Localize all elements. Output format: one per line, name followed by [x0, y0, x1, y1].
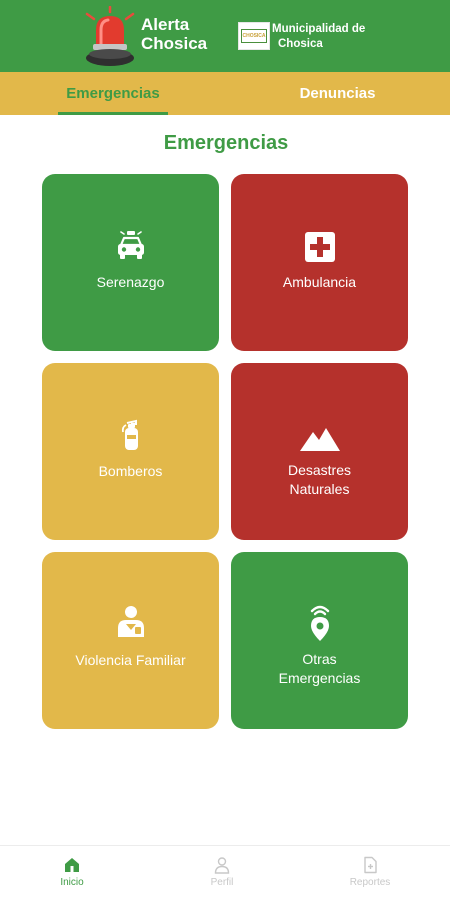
app-header: Alerta Chosica CHOSICA Municipalidad de …	[0, 0, 450, 72]
mountain-icon	[299, 428, 340, 451]
medical-cross-icon	[304, 232, 335, 262]
ambulancia-card[interactable]: Ambulancia	[231, 174, 408, 351]
location-signal-icon	[310, 605, 329, 641]
violencia-familiar-card[interactable]: Violencia Familiar	[42, 552, 219, 729]
nav-perfil-label: Perfil	[210, 877, 234, 888]
bomberos-card[interactable]: Bomberos	[42, 363, 219, 540]
section-title: Emergencias	[163, 132, 289, 154]
desastres-naturales-label: Desastres Naturales	[239, 461, 400, 499]
desastres-label-line1: Desastres	[287, 462, 352, 478]
nav-reportes[interactable]: Reportes	[320, 846, 420, 900]
app-title-line2: Chosica	[141, 34, 208, 53]
siren-icon	[85, 6, 135, 66]
nav-inicio[interactable]: Inicio	[22, 846, 122, 900]
municipality-name-line1: Municipalidad de	[272, 23, 366, 35]
municipality-logo: CHOSICA	[238, 22, 270, 50]
app-title: Alerta Chosica	[141, 15, 207, 53]
nav-reportes-label: Reportes	[349, 877, 391, 888]
fire-extinguisher-icon	[121, 419, 138, 450]
otras-label-line1: Otras	[302, 651, 337, 667]
municipality-logo-text: CHOSICA	[241, 29, 267, 43]
nav-inicio-label: Inicio	[60, 877, 84, 888]
serenazgo-card[interactable]: Serenazgo	[42, 174, 219, 351]
document-icon	[364, 856, 377, 874]
municipality-name-line2: Chosica	[278, 38, 323, 50]
tab-denuncias[interactable]: Denuncias	[280, 72, 395, 115]
violencia-familiar-label: Violencia Familiar	[75, 652, 186, 668]
otras-emergencias-label: Otras Emergencias	[239, 650, 400, 688]
serenazgo-label: Serenazgo	[96, 274, 165, 290]
otras-label-line2: Emergencias	[278, 670, 361, 686]
tab-bar: Emergencias Denuncias	[0, 72, 450, 115]
otras-emergencias-card[interactable]: Otras Emergencias	[231, 552, 408, 729]
home-icon	[65, 858, 79, 872]
municipality-name: Municipalidad de Chosica	[272, 22, 365, 52]
active-tab-indicator	[58, 112, 168, 115]
bottom-nav: Inicio Perfil Reportes	[0, 845, 450, 900]
tab-emergencias[interactable]: Emergencias	[58, 72, 168, 115]
app-title-line1: Alerta	[141, 15, 190, 34]
ambulancia-label: Ambulancia	[282, 274, 357, 290]
desastres-naturales-card[interactable]: Desastres Naturales	[231, 363, 408, 540]
bomberos-label: Bomberos	[98, 463, 163, 479]
desastres-label-line2: Naturales	[289, 481, 350, 497]
patrol-car-icon	[117, 231, 144, 259]
user-icon	[214, 857, 230, 874]
person-icon	[117, 606, 144, 637]
nav-perfil[interactable]: Perfil	[172, 846, 272, 900]
